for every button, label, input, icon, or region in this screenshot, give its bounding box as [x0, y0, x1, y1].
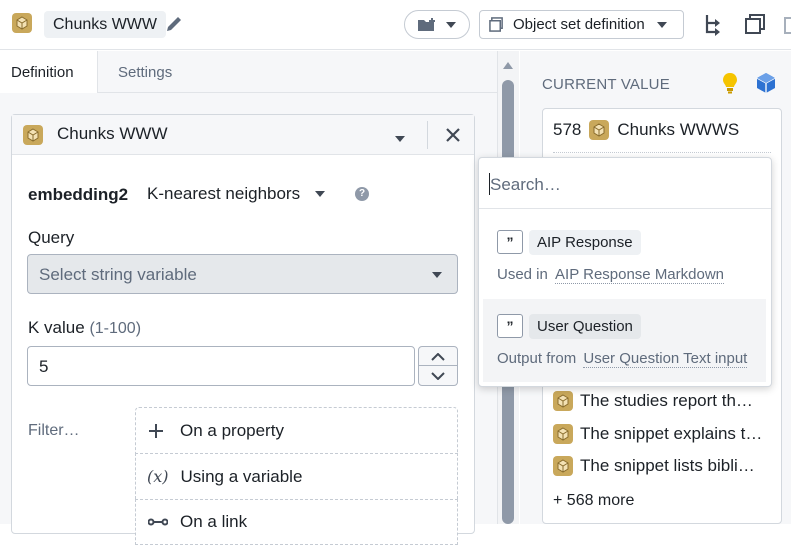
- object-icon: [553, 424, 573, 444]
- tab-definition[interactable]: Definition: [0, 51, 98, 93]
- chevron-down-icon: [432, 272, 442, 278]
- quote-icon: ”: [497, 230, 523, 254]
- chevron-down-icon: [431, 372, 445, 380]
- k-label-text: K value: [28, 318, 85, 337]
- dropdown-option-user-question[interactable]: ” User Question Output from User Questio…: [483, 299, 766, 382]
- object-set-label: Object set definition: [513, 16, 645, 33]
- chevron-down-icon: [315, 191, 326, 197]
- tab-settings[interactable]: Settings: [98, 51, 497, 93]
- object-count-row[interactable]: 578 Chunks WWWS: [553, 120, 739, 140]
- plus-icon: [149, 423, 163, 438]
- right-edge-cover: [782, 380, 791, 524]
- list-item-label: The studies report th…: [580, 391, 753, 410]
- card-object-icon: [23, 125, 43, 145]
- lightbulb-icon[interactable]: [720, 71, 740, 95]
- page-title[interactable]: Chunks WWW: [44, 11, 166, 38]
- list-item[interactable]: The studies report th…: [553, 391, 753, 411]
- object-set-definition-button[interactable]: Object set definition: [479, 10, 684, 39]
- k-value-stepper[interactable]: [418, 346, 458, 386]
- method-select[interactable]: K-nearest neighbors: [147, 184, 326, 204]
- filter-on-property[interactable]: On a property: [135, 407, 458, 453]
- usage-ref-link[interactable]: User Question Text input: [583, 350, 748, 368]
- card-divider: [427, 121, 428, 149]
- filter-option-label: On a property: [180, 420, 284, 440]
- chevron-down-icon: [446, 21, 456, 28]
- add-folder-button[interactable]: [404, 10, 470, 39]
- list-item-label: The snippet lists bibli…: [580, 456, 755, 475]
- link-icon: [148, 518, 168, 526]
- usage-ref-link[interactable]: AIP Response Markdown: [555, 266, 725, 284]
- k-range-text: (1-100): [89, 320, 142, 337]
- k-value-label: K value (1-100): [28, 318, 141, 338]
- more-items-link[interactable]: + 568 more: [553, 492, 634, 510]
- help-icon[interactable]: ?: [355, 187, 369, 201]
- close-icon[interactable]: [445, 127, 461, 143]
- chevron-up-icon: [431, 353, 445, 361]
- blue-cube-icon[interactable]: [755, 72, 777, 94]
- variable-icon: (x): [147, 467, 169, 486]
- list-item[interactable]: The snippet explains t…: [553, 424, 762, 444]
- object-type-name: Chunks WWWS: [617, 120, 740, 139]
- filter-option-label: On a link: [180, 512, 248, 531]
- dropdown-option-aip-response[interactable]: ” AIP Response Used in AIP Response Mark…: [485, 218, 766, 294]
- query-select[interactable]: Select string variable: [27, 254, 458, 294]
- k-value-text: 5: [39, 357, 49, 376]
- object-icon: [553, 391, 573, 411]
- option-usage: Used in AIP Response Markdown: [497, 266, 725, 284]
- edit-icon[interactable]: [163, 13, 185, 35]
- filter-label: Filter…: [28, 422, 80, 439]
- object-count: 578: [553, 120, 582, 139]
- current-value-heading: CURRENT VALUE: [542, 76, 670, 93]
- option-label: User Question: [529, 314, 641, 339]
- folder-plus-icon: [418, 17, 435, 31]
- card-collapse-chevron-icon[interactable]: [394, 130, 406, 148]
- query-placeholder: Select string variable: [39, 265, 197, 284]
- filter-using-variable[interactable]: (x) Using a variable: [135, 453, 458, 499]
- property-name: embedding2: [28, 185, 129, 204]
- scrollbar-up-arrow[interactable]: [502, 58, 514, 70]
- quote-icon: ”: [497, 314, 523, 338]
- object-type-icon: [12, 13, 32, 33]
- copy-icon[interactable]: [743, 12, 767, 36]
- object-type-icon: [589, 120, 610, 140]
- dropdown-search-input[interactable]: Search…: [479, 158, 771, 209]
- card-title: Chunks WWW: [57, 124, 168, 143]
- filter-option-label: Using a variable: [180, 466, 303, 486]
- decrement-button[interactable]: [419, 366, 457, 385]
- trash-icon[interactable]: [782, 12, 791, 36]
- increment-button[interactable]: [419, 347, 457, 366]
- k-value-input[interactable]: 5: [27, 346, 415, 386]
- usage-prefix: Output from: [497, 350, 577, 367]
- query-label: Query: [28, 228, 75, 247]
- list-item[interactable]: The snippet lists bibli…: [553, 456, 755, 476]
- object-set-icon: [489, 17, 503, 32]
- count-underline: [553, 152, 771, 153]
- object-icon: [553, 456, 573, 476]
- fork-icon[interactable]: [703, 12, 727, 36]
- filter-on-link[interactable]: On a link: [135, 499, 458, 545]
- usage-prefix: Used in: [497, 266, 548, 283]
- search-placeholder: Search…: [490, 175, 561, 194]
- option-label: AIP Response: [529, 230, 641, 255]
- chevron-down-icon: [656, 21, 667, 28]
- option-usage: Output from User Question Text input: [497, 350, 748, 368]
- method-label: K-nearest neighbors: [147, 184, 301, 203]
- list-item-label: The snippet explains t…: [580, 424, 763, 443]
